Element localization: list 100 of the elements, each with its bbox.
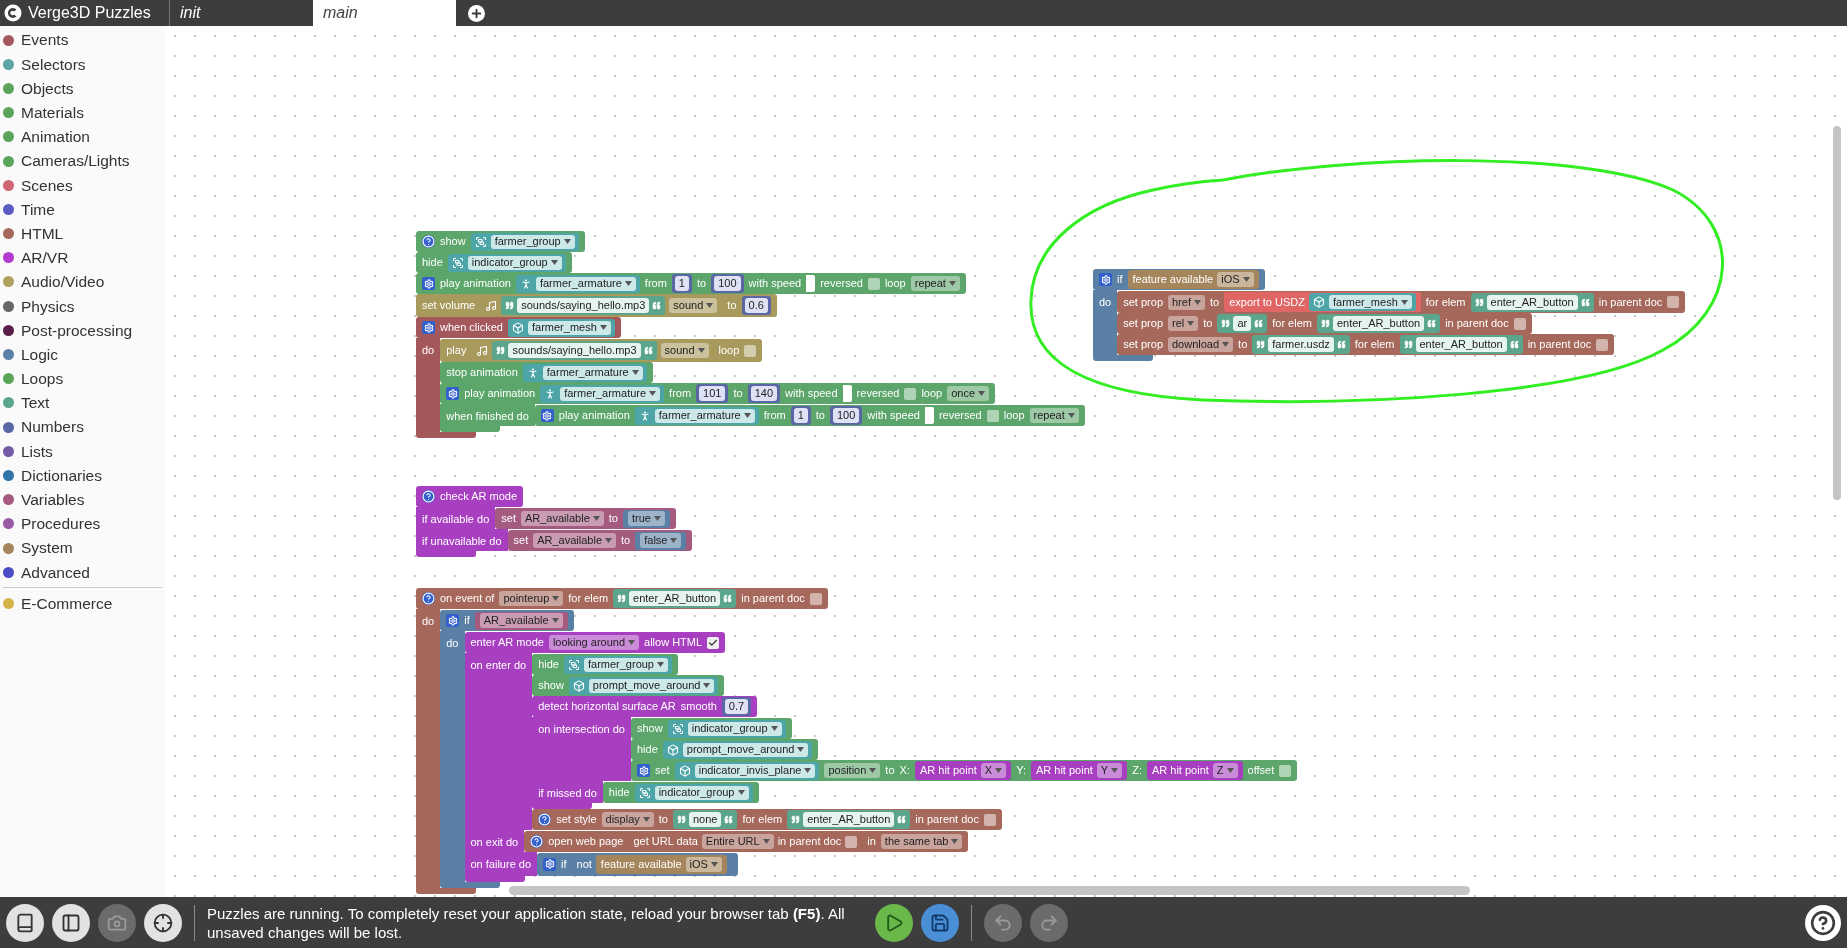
text-field[interactable]: enter_AR_button (803, 812, 895, 827)
category-item[interactable]: Materials (0, 100, 165, 125)
gear-icon[interactable] (446, 614, 460, 627)
object-dropdown[interactable]: farmer_group (490, 234, 575, 249)
object-dropdown[interactable]: indicator_group (467, 255, 562, 270)
horizontal-scrollbar[interactable] (509, 886, 1470, 895)
dropdown-field[interactable]: Y (1096, 763, 1123, 778)
object-dropdown[interactable]: farmer_mesh (1328, 295, 1412, 309)
category-item[interactable]: Variables (0, 487, 165, 512)
text-field[interactable]: none (688, 812, 722, 827)
dropdown-field[interactable]: once (947, 386, 990, 401)
dropdown-field[interactable]: X (980, 763, 1007, 778)
help-icon[interactable] (538, 813, 552, 826)
dropdown-field[interactable]: download (1168, 337, 1234, 352)
number-field[interactable]: 0.7 (724, 699, 749, 714)
checkbox[interactable] (904, 387, 917, 400)
gear-icon[interactable] (637, 764, 650, 777)
checkbox[interactable] (986, 409, 999, 422)
object-dropdown[interactable]: prompt_move_around (588, 678, 715, 693)
gear-icon[interactable] (422, 321, 435, 334)
category-item[interactable]: Loops (0, 366, 165, 391)
dropdown-field[interactable]: pointerup (499, 591, 564, 606)
dropdown-field[interactable]: AR_available (520, 511, 604, 526)
category-item[interactable]: Cameras/Lights (0, 148, 165, 174)
category-item[interactable]: Events (0, 28, 165, 53)
dropdown-field[interactable]: sound (669, 298, 718, 313)
gear-icon[interactable] (543, 857, 557, 871)
dropdown-field[interactable]: repeat (910, 276, 960, 291)
text-field[interactable]: ar (1233, 316, 1252, 331)
gear-icon[interactable] (1099, 273, 1112, 286)
save-button[interactable] (921, 903, 959, 942)
category-item[interactable]: Numbers (0, 415, 165, 440)
dropdown-field[interactable]: iOS (1217, 272, 1254, 287)
text-field[interactable]: sounds/saying_hello.mp3 (517, 298, 650, 313)
checkbox[interactable] (1513, 317, 1526, 330)
number-field[interactable]: 100 (833, 408, 860, 423)
center-button[interactable] (144, 903, 182, 942)
dropdown-field[interactable]: iOS (685, 856, 722, 872)
category-item[interactable]: E-Commerce (0, 591, 165, 616)
gear-icon[interactable] (540, 409, 554, 422)
object-dropdown[interactable]: indicator_invis_plane (694, 763, 816, 778)
number-field[interactable]: 1 (793, 408, 808, 423)
object-dropdown[interactable]: farmer_armature (654, 408, 755, 423)
category-item[interactable]: Audio/Video (0, 269, 165, 295)
checkbox[interactable] (1667, 296, 1680, 308)
help-button[interactable] (1805, 904, 1841, 941)
dropdown-field[interactable]: true (628, 511, 665, 526)
category-item[interactable]: Post-processing (0, 318, 165, 343)
gear-icon[interactable] (446, 387, 460, 400)
file-tab[interactable]: main (313, 0, 456, 26)
dropdown-field[interactable]: rel (1168, 316, 1199, 331)
object-dropdown[interactable]: indicator_group (687, 721, 782, 736)
text-field[interactable]: enter_AR_button (1332, 316, 1425, 331)
manual-button[interactable] (6, 903, 44, 942)
category-item[interactable]: Selectors (0, 52, 165, 77)
gear-icon[interactable] (422, 277, 435, 290)
category-item[interactable]: Objects (0, 76, 165, 101)
checkbox[interactable] (744, 344, 757, 357)
category-item[interactable]: Lists (0, 439, 165, 464)
category-item[interactable]: Dictionaries (0, 463, 165, 488)
number-field[interactable]: 1 (674, 276, 689, 291)
checkbox[interactable] (983, 813, 996, 826)
dropdown-field[interactable]: AR_available (533, 533, 617, 548)
checkbox[interactable] (707, 636, 720, 649)
dropdown-field[interactable]: false (640, 533, 682, 548)
vertical-scrollbar[interactable] (1833, 126, 1841, 500)
checkbox[interactable] (867, 277, 880, 290)
help-icon[interactable] (422, 490, 435, 503)
category-item[interactable]: Scenes (0, 173, 165, 198)
category-item[interactable]: System (0, 535, 165, 561)
dropdown-field[interactable]: repeat (1029, 408, 1079, 423)
number-field[interactable]: 140 (750, 386, 777, 401)
dropdown-field[interactable]: display (601, 812, 654, 827)
number-field[interactable]: 101 (699, 386, 726, 401)
checkbox[interactable] (1596, 338, 1609, 351)
dropdown-field[interactable]: Entire URL (701, 834, 774, 849)
add-tab-button[interactable] (468, 4, 485, 22)
object-dropdown[interactable]: prompt_move_around (682, 742, 809, 757)
run-button[interactable] (875, 903, 913, 942)
number-field[interactable]: 100 (714, 276, 741, 291)
category-item[interactable]: Animation (0, 124, 165, 149)
text-field[interactable]: enter_AR_button (1486, 294, 1578, 310)
dropdown-field[interactable]: sound (660, 343, 709, 358)
help-icon[interactable] (422, 592, 435, 605)
help-icon[interactable] (530, 835, 544, 848)
category-item[interactable]: Time (0, 197, 165, 222)
object-dropdown[interactable]: farmer_armature (542, 365, 643, 380)
checkbox[interactable] (1279, 764, 1292, 777)
text-field[interactable]: farmer.usdz (1268, 337, 1334, 352)
dropdown-field[interactable]: looking around (548, 635, 640, 650)
object-dropdown[interactable]: farmer_armature (535, 276, 636, 291)
object-dropdown[interactable]: farmer_mesh (528, 320, 611, 335)
dropdown-field[interactable]: href (1168, 294, 1205, 310)
object-dropdown[interactable]: farmer_group (583, 657, 668, 672)
category-item[interactable]: AR/VR (0, 245, 165, 270)
category-item[interactable]: Physics (0, 294, 165, 319)
dropdown-field[interactable]: position (824, 763, 881, 778)
object-dropdown[interactable]: indicator_group (654, 785, 749, 800)
text-field[interactable]: enter_AR_button (1415, 337, 1507, 352)
text-field[interactable]: enter_AR_button (629, 591, 721, 606)
